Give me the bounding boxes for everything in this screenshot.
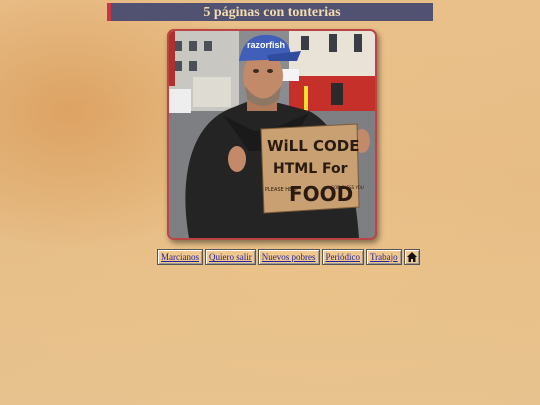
home-button[interactable] [403,249,420,265]
nav-link-periodico[interactable]: Periódico [321,249,364,265]
cap-logo-text: razorfish [247,40,285,50]
main-photo: razorfish WiLL CODE HTML For FOOD PLEASE… [167,29,377,240]
sign-small-right: GOD BLESS YOU [331,185,364,190]
nav-bar: Marcianos Quiero salir Nuevos pobres Per… [157,249,420,265]
nav-link-trabajo[interactable]: Trabajo [366,249,402,265]
page-title-bar: 5 páginas con tonterias [107,3,433,21]
sign-line-2: HTML For [273,161,348,177]
home-icon [406,252,417,262]
nav-link-marcianos[interactable]: Marcianos [157,249,203,265]
sign-line-1: WiLL CODE [267,137,359,155]
page-title: 5 páginas con tonterias [203,5,341,20]
sign-small-left: PLEASE HELP [265,187,298,193]
nav-link-quiero-salir[interactable]: Quiero salir [205,249,256,265]
homeless-man-photo: razorfish WiLL CODE HTML For FOOD PLEASE… [169,31,375,238]
nav-link-nuevos-pobres[interactable]: Nuevos pobres [257,249,320,265]
